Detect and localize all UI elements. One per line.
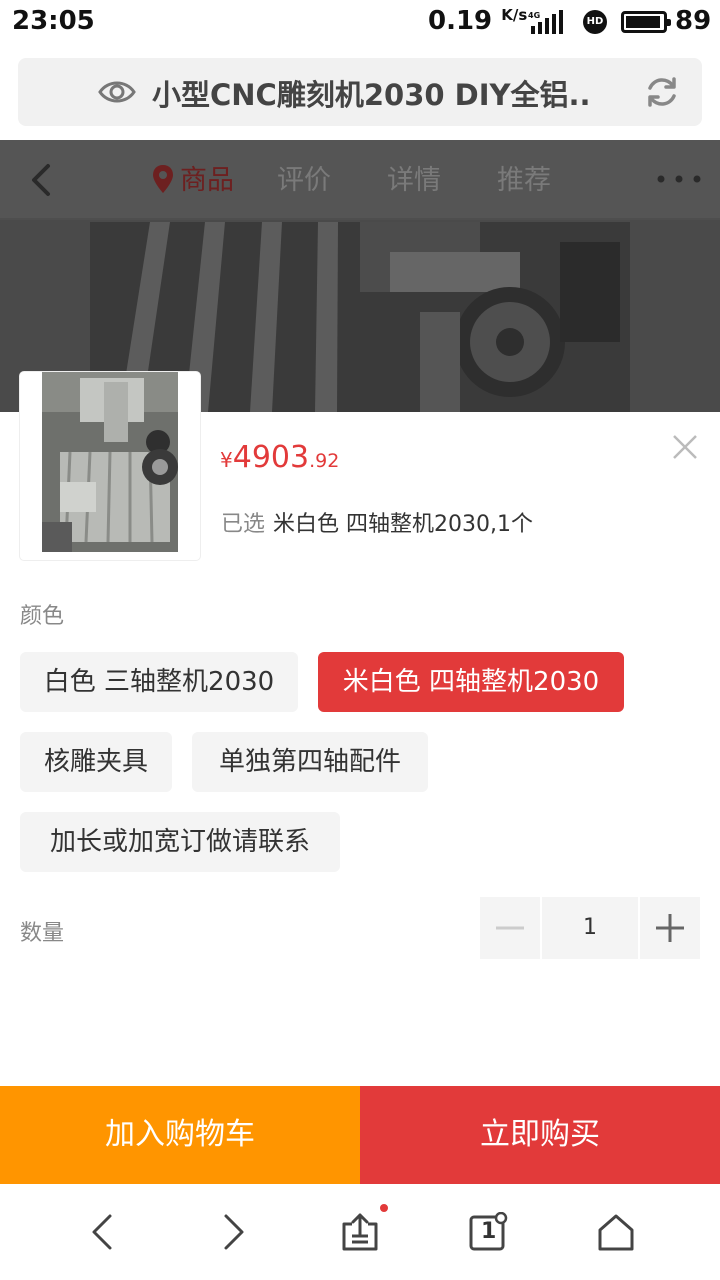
more-icon[interactable] (656, 174, 702, 184)
page-title[interactable]: 小型CNC雕刻机2030 DIY全铝.. (152, 72, 602, 114)
tab-recommend[interactable]: 推荐 (497, 158, 551, 197)
eye-icon[interactable] (98, 76, 136, 108)
back-arrow-icon[interactable] (26, 160, 56, 200)
option-carving-fixture[interactable]: 核雕夹具 (20, 732, 172, 792)
buy-now-button[interactable]: 立即购买 (360, 1086, 720, 1184)
option-custom-size[interactable]: 加长或加宽订做请联系 (20, 812, 340, 872)
battery-level: 89 (675, 6, 712, 36)
add-to-cart-button[interactable]: 加入购物车 (0, 1086, 360, 1184)
quantity-label: 数量 (20, 921, 65, 946)
color-section-label: 颜色 (20, 604, 65, 629)
network-speed: 0.19 K/s (428, 6, 527, 36)
cnc-thumbnail-image (42, 372, 178, 552)
network-type-label: 4G (528, 11, 540, 20)
share-icon[interactable] (340, 1212, 380, 1252)
battery-icon (621, 11, 671, 33)
address-bar[interactable]: 小型CNC雕刻机2030 DIY全铝.. (18, 58, 702, 126)
browser-bottom-bar: 1 (0, 1184, 720, 1280)
quantity-value[interactable]: 1 (542, 897, 638, 959)
selected-value: 米白色 四轴整机2030,1个 (273, 512, 533, 537)
network-speed-value: 0.19 (428, 6, 493, 36)
option-4th-axis-part[interactable]: 单独第四轴配件 (192, 732, 428, 792)
quantity-decrease-button[interactable] (480, 897, 540, 959)
status-time: 23:05 (12, 6, 95, 36)
home-icon[interactable] (596, 1212, 636, 1252)
product-thumbnail (20, 372, 200, 560)
location-pin-icon (153, 165, 173, 193)
status-bar: 23:05 0.19 K/s 4G HD 89 (0, 0, 720, 44)
tab-details[interactable]: 详情 (387, 158, 441, 197)
option-beige-4axis[interactable]: 米白色 四轴整机2030 (318, 652, 624, 712)
reload-icon[interactable] (644, 74, 680, 110)
quantity-increase-button[interactable] (640, 897, 700, 959)
price: ¥4903.92 (220, 440, 339, 475)
minus-icon (496, 926, 524, 930)
hd-voice-icon: HD (583, 10, 607, 34)
tab-product[interactable]: 商品 (180, 158, 234, 197)
plus-icon (656, 914, 684, 942)
browser-address-area: 小型CNC雕刻机2030 DIY全铝.. (0, 44, 720, 140)
network-speed-unit: K/s (501, 6, 528, 24)
product-nav: 商品 评价 详情 推荐 (0, 140, 720, 220)
selected-label: 已选 (221, 512, 266, 537)
browser-back-icon[interactable] (84, 1212, 124, 1252)
option-white-3axis[interactable]: 白色 三轴整机2030 (20, 652, 298, 712)
notification-dot (380, 1204, 388, 1212)
signal-4g-icon: 4G (528, 10, 563, 34)
selected-summary: 已选 米白色 四轴整机2030,1个 (221, 506, 533, 538)
price-integer: 4903 (232, 440, 310, 475)
tab-count: 1 (481, 1219, 497, 1244)
browser-forward-icon[interactable] (212, 1212, 252, 1252)
price-decimal: .92 (309, 450, 340, 472)
quantity-stepper: 1 (480, 897, 700, 959)
close-icon[interactable] (670, 432, 700, 462)
tab-reviews[interactable]: 评价 (277, 158, 331, 197)
price-currency: ¥ (220, 448, 233, 472)
